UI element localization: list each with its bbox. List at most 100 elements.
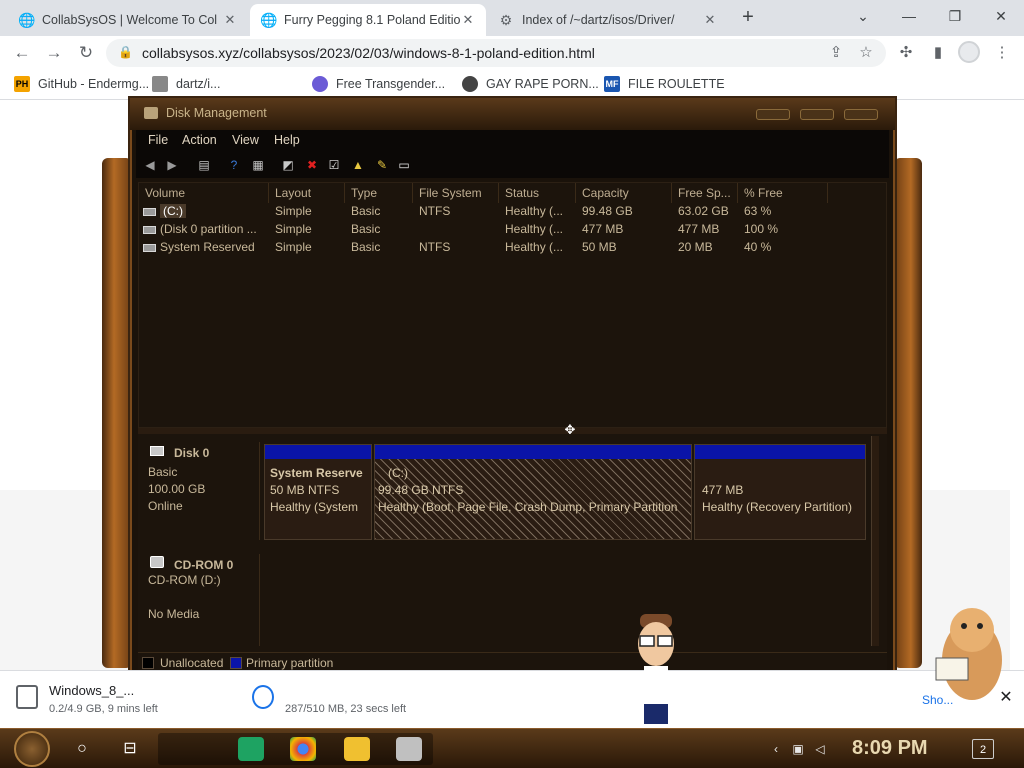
hank-glasses-left (639, 635, 655, 647)
restore-icon[interactable]: ❐ (940, 4, 970, 28)
layout-cell: Simple (275, 222, 312, 236)
hamster-mascot (935, 608, 1002, 700)
hank-glasses-right (657, 635, 673, 647)
volume-muted-icon[interactable]: ◁ (812, 741, 828, 757)
menu-kebab-icon[interactable]: ⋮ (990, 41, 1014, 65)
menu-view[interactable]: View (232, 133, 259, 147)
bookmark-dartz[interactable]: dartz/i... (152, 76, 220, 92)
column-header-file-system[interactable]: File System (413, 183, 499, 203)
disk-management-taskbar-icon[interactable] (396, 737, 422, 761)
bookmark-free-transgender[interactable]: Free Transgender... (312, 76, 445, 92)
connect-icon[interactable]: ◩ (280, 157, 296, 173)
volume-icon (143, 243, 156, 252)
partition-c-drive[interactable]: (C:) 99.48 GB NTFS Healthy (Boot, Page F… (374, 444, 692, 540)
properties-icon[interactable]: ▦ (250, 157, 266, 173)
close-button[interactable] (844, 109, 878, 120)
table-row[interactable]: (Disk 0 partition ... Simple Basic Healt… (139, 221, 888, 239)
primary-partition-bar (695, 445, 865, 459)
task-view-icon[interactable]: ⊟ (116, 735, 144, 763)
close-icon[interactable]: ✕ (222, 12, 238, 28)
new-tab-button[interactable]: + (737, 6, 759, 28)
back-icon[interactable]: ← (10, 41, 34, 65)
column-header-capacity[interactable]: Capacity (576, 183, 672, 203)
minimize-button[interactable] (756, 109, 790, 120)
column-header-volume[interactable]: Volume (139, 183, 269, 203)
partition-recovery[interactable]: 477 MB Healthy (Recovery Partition) (694, 444, 866, 540)
column-header-status[interactable]: Status (499, 183, 576, 203)
tab-furry-pegging[interactable]: 🌐 Furry Pegging 8.1 Poland Edition ✕ (250, 4, 486, 36)
vertical-scrollbar[interactable] (871, 436, 879, 646)
cortana-icon[interactable]: ○ (68, 735, 96, 763)
cdrom-media: No Media (148, 607, 200, 621)
tab-collabsysos[interactable]: 🌐 CollabSysOS | Welcome To Col ✕ (8, 4, 248, 36)
table-row[interactable]: (C:) Simple Basic NTFS Healthy (... 99.4… (139, 203, 888, 221)
column-header-type[interactable]: Type (345, 183, 413, 203)
column-header-free-space[interactable]: Free Sp... (672, 183, 738, 203)
delete-icon[interactable]: ✖ (304, 157, 320, 173)
capacity-cell: 99.48 GB (582, 204, 633, 218)
legend-primary-partition: Primary partition (246, 656, 334, 670)
file-explorer-icon[interactable] (344, 737, 370, 761)
bookmark-gay-rape[interactable]: GAY RAPE PORN... (462, 76, 599, 92)
forward-icon[interactable]: → (42, 41, 66, 65)
status-cell: Healthy (... (505, 222, 564, 236)
primary-partition-bar (265, 445, 371, 459)
tab-index-dartz[interactable]: ⚙ Index of /~dartz/isos/Driver/ ✕ (488, 4, 728, 36)
show-hide-console-tree-icon[interactable]: ▤ (196, 157, 212, 173)
network-icon[interactable]: ▣ (790, 741, 806, 757)
percent-cell: 100 % (744, 222, 779, 236)
download-status: 0.2/4.9 GB, 9 mins left (49, 703, 158, 715)
volume-name: (C:) (160, 204, 186, 218)
tab-search-icon[interactable]: ⌄ (848, 4, 878, 28)
side-panel-icon[interactable]: ▮ (926, 41, 950, 65)
forward-icon[interactable]: ▶ (164, 157, 180, 173)
window-title: Disk Management (166, 106, 267, 120)
reload-icon[interactable]: ↻ (74, 41, 98, 65)
start-button[interactable] (14, 731, 50, 767)
clock[interactable]: 8:09 PM (852, 737, 928, 760)
partition-system-reserved[interactable]: System Reserve 50 MB NTFS Healthy (Syste… (264, 444, 372, 540)
close-icon[interactable]: ✕ (460, 12, 476, 28)
bookmark-star-icon[interactable]: ☆ (854, 41, 878, 65)
sheets-icon[interactable] (238, 737, 264, 761)
menu-help[interactable]: Help (274, 133, 300, 147)
chrome-icon[interactable] (290, 737, 316, 761)
menu-action[interactable]: Action (182, 133, 217, 147)
table-row[interactable]: System Reserved Simple Basic NTFS Health… (139, 239, 888, 257)
search-folder-icon[interactable]: ✎ (374, 157, 390, 173)
address-bar[interactable]: 🔒 collabsysos.xyz/collabsysos/2023/02/03… (106, 39, 886, 67)
column-header-layout[interactable]: Layout (269, 183, 345, 203)
iso-file-icon (16, 685, 38, 709)
tab-title: CollabSysOS | Welcome To Col (42, 13, 218, 27)
download-item[interactable]: 287/510 MB, 23 secs left (236, 679, 468, 719)
bookmark-file-roulette[interactable]: MF FILE ROULETTE (604, 76, 725, 92)
column-header-percent-free[interactable]: % Free (738, 183, 828, 203)
extensions-icon[interactable]: ✣ (894, 41, 918, 65)
check-icon[interactable]: ☑ (326, 157, 342, 173)
help-icon[interactable]: ? (226, 157, 242, 173)
menu-file[interactable]: File (148, 133, 168, 147)
minimize-icon[interactable]: — (894, 4, 924, 28)
free-cell: 20 MB (678, 240, 713, 254)
show-hidden-icons[interactable]: ‹ (768, 741, 784, 757)
details-icon[interactable]: ▭ (396, 157, 412, 173)
lock-icon[interactable]: 🔒 (118, 45, 133, 61)
profile-avatar[interactable] (958, 41, 980, 63)
close-window-icon[interactable]: ✕ (986, 4, 1016, 28)
open-folder-icon[interactable]: ▲ (350, 157, 366, 173)
hamster-book (935, 657, 969, 681)
disk-0-label[interactable]: Disk 0 Basic 100.00 GB Online (140, 442, 260, 540)
cdrom-0-label[interactable]: CD-ROM 0 CD-ROM (D:) No Media (140, 554, 260, 646)
cdrom-drive: CD-ROM (D:) (148, 573, 221, 587)
share-icon[interactable]: ⇪ (824, 41, 848, 65)
close-icon[interactable]: ✕ (702, 12, 718, 28)
back-icon[interactable]: ◀ (142, 157, 158, 173)
globe-icon (462, 76, 478, 92)
volume-cell: System Reserved (143, 240, 269, 254)
maximize-button[interactable] (800, 109, 834, 120)
download-item[interactable]: Windows_8_... 0.2/4.9 GB, 9 mins left (0, 679, 232, 719)
notification-center-icon[interactable]: 2 (972, 739, 994, 759)
window-titlebar[interactable]: Disk Management (130, 98, 895, 130)
bookmark-github[interactable]: PH GitHub - Endermg... (14, 76, 149, 92)
partition-info: System Reserve 50 MB NTFS Healthy (Syste… (270, 465, 369, 516)
